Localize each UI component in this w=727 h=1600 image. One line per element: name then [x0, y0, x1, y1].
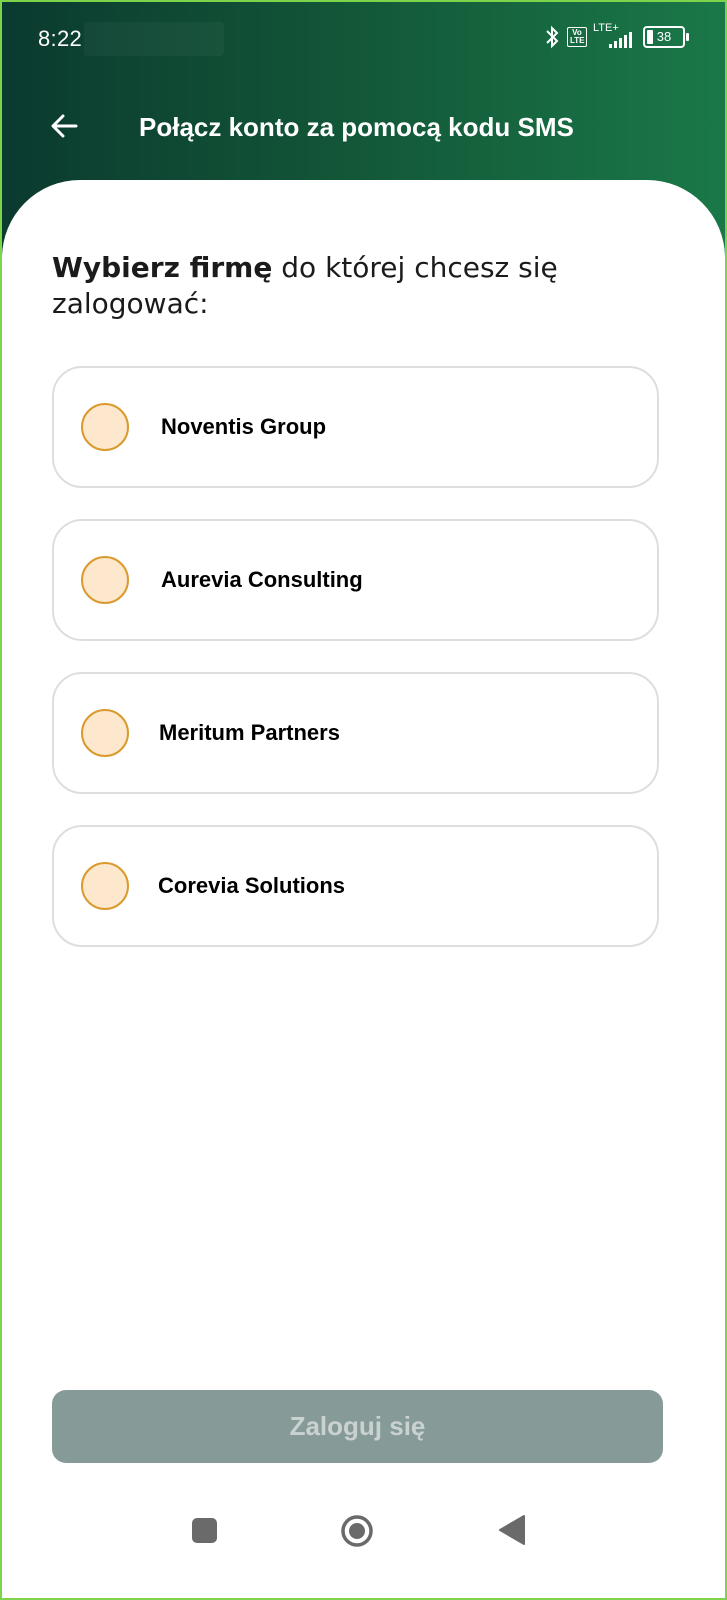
- bluetooth-icon: [546, 25, 559, 49]
- page-title: Połącz konto za pomocą kodu SMS: [139, 112, 574, 142]
- signal-icon: LTE+: [593, 22, 637, 50]
- radio-button[interactable]: [81, 862, 129, 910]
- company-option-meritum[interactable]: Meritum Partners: [52, 672, 659, 794]
- company-name: Aurevia Consulting: [161, 567, 363, 592]
- company-name: Meritum Partners: [159, 720, 340, 745]
- radio-button[interactable]: [81, 556, 129, 604]
- circle-icon[interactable]: [340, 1514, 374, 1548]
- status-icons: Vo LTE LTE+ 38: [543, 22, 689, 50]
- square-icon[interactable]: [192, 1518, 217, 1543]
- company-name: Corevia Solutions: [158, 873, 346, 898]
- battery-icon: 38: [643, 26, 689, 48]
- volte-icon: Vo LTE: [567, 27, 587, 47]
- prompt-bold: Wybierz firmę: [52, 251, 273, 284]
- company-prompt: Wybierz firmę do której chcesz się zalog…: [52, 250, 612, 322]
- company-option-corevia[interactable]: Corevia Solutions: [52, 825, 659, 947]
- battery-level: 38: [656, 29, 672, 44]
- radio-button[interactable]: [81, 709, 129, 757]
- system-nav-bar: [2, 1502, 725, 1562]
- triangle-back-icon[interactable]: [498, 1514, 526, 1546]
- company-option-aurevia[interactable]: Aurevia Consulting: [52, 519, 659, 641]
- redacted-area: [84, 22, 224, 56]
- company-name: Noventis Group: [161, 414, 327, 439]
- status-time: 8:22: [38, 26, 83, 51]
- app-frame: 8:22 Vo LTE LTE+ 38 Połącz konto za pomo…: [0, 0, 727, 1600]
- arrow-left-icon: [51, 114, 78, 138]
- back-button[interactable]: [44, 106, 84, 146]
- login-button[interactable]: Zaloguj się: [52, 1390, 663, 1463]
- status-bar: 8:22 Vo LTE LTE+ 38: [2, 2, 725, 78]
- radio-button[interactable]: [81, 403, 129, 451]
- company-option-noventis[interactable]: Noventis Group: [52, 366, 659, 488]
